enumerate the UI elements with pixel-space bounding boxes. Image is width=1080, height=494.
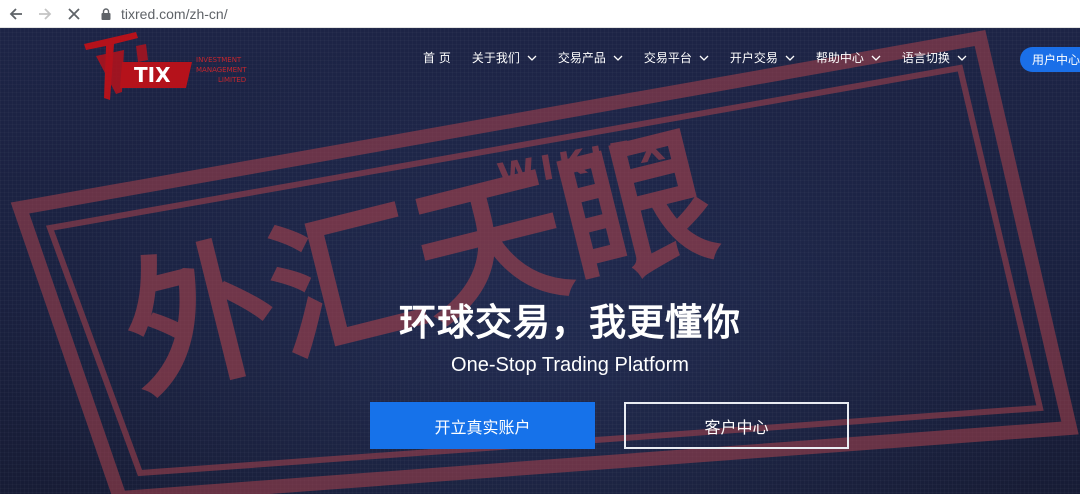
nav-item-home[interactable]: 首 页 — [423, 49, 451, 66]
chevron-down-icon — [957, 55, 967, 61]
chevron-down-icon — [613, 55, 623, 61]
nav-item-about[interactable]: 关于我们 — [472, 49, 537, 66]
arrow-left-icon — [9, 7, 22, 20]
hero-headline: 环球交易，我更懂你 — [399, 301, 741, 344]
back-button[interactable] — [3, 1, 29, 27]
chevron-down-icon — [785, 55, 795, 61]
close-icon — [68, 7, 80, 20]
forward-button[interactable] — [32, 1, 58, 27]
tix-logo[interactable]: TIX INVESTMENT MANAGEMENT LIMITED — [76, 32, 266, 102]
main-nav: 首 页 关于我们 交易产品 交易平台 开户交易 帮助中心 语言切换 — [423, 49, 988, 66]
svg-text:LIMITED: LIMITED — [218, 76, 246, 84]
chevron-down-icon — [699, 55, 709, 61]
svg-text:TIX: TIX — [134, 63, 171, 87]
chevron-down-icon — [527, 55, 537, 61]
url-text: tixred.com/zh-cn/ — [121, 5, 228, 22]
nav-item-products[interactable]: 交易产品 — [558, 49, 623, 66]
nav-item-platforms[interactable]: 交易平台 — [644, 49, 709, 66]
hero-subheadline: One-Stop Trading Platform — [451, 354, 689, 376]
lock-icon — [101, 7, 111, 20]
open-live-account-button[interactable]: 开立真实账户 — [370, 402, 595, 449]
user-center-button[interactable]: 用户中心 — [1020, 47, 1080, 72]
nav-item-language[interactable]: 语言切换 — [902, 49, 967, 66]
client-center-button[interactable]: 客户中心 — [624, 402, 849, 449]
svg-text:MANAGEMENT: MANAGEMENT — [196, 66, 247, 74]
arrow-right-icon — [39, 7, 52, 20]
stop-button[interactable] — [61, 1, 87, 27]
address-bar[interactable]: tixred.com/zh-cn/ — [101, 2, 228, 26]
hero-section: 外汇天眼 WIKIFX TIX INVESTMENT MANAGEMENT LI… — [0, 28, 1080, 494]
chevron-down-icon — [871, 55, 881, 61]
svg-text:INVESTMENT: INVESTMENT — [196, 56, 242, 64]
nav-item-open-account[interactable]: 开户交易 — [730, 49, 795, 66]
browser-toolbar: tixred.com/zh-cn/ — [0, 0, 1080, 28]
nav-item-help[interactable]: 帮助中心 — [816, 49, 881, 66]
